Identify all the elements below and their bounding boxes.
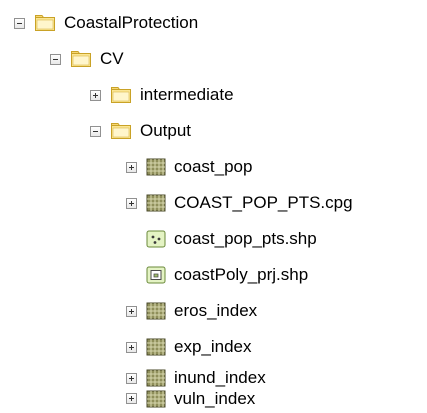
- point-feature-icon: [146, 230, 166, 248]
- tree-item-coast-pop-pts-cpg[interactable]: COAST_POP_PTS.cpg: [126, 185, 353, 221]
- raster-icon: [146, 194, 166, 212]
- tree-item-label: CV: [100, 49, 124, 68]
- expand-toggle[interactable]: [126, 341, 137, 353]
- tree-item-coast-pop[interactable]: coast_pop: [126, 149, 252, 185]
- raster-icon: [146, 390, 166, 407]
- tree-item-coastpoly-prj-shp[interactable]: coastPoly_prj.shp: [126, 257, 308, 293]
- tree-item-label: COAST_POP_PTS.cpg: [174, 193, 353, 212]
- tree-item-vuln-index[interactable]: vuln_index: [126, 384, 255, 413]
- expand-toggle[interactable]: [126, 372, 137, 384]
- raster-icon: [146, 158, 166, 176]
- expand-toggle[interactable]: [126, 305, 137, 317]
- raster-icon: [146, 338, 166, 356]
- tree-item-label: coast_pop: [174, 157, 253, 176]
- tree-item-label: coast_pop_pts.shp: [174, 229, 317, 248]
- tree-item-coast-pop-pts-shp[interactable]: coast_pop_pts.shp: [126, 221, 317, 257]
- raster-icon: [146, 302, 166, 320]
- catalog-tree: CoastalProtection CV intermediate Output: [0, 0, 427, 413]
- polygon-feature-icon: [146, 266, 166, 284]
- folder-icon: [71, 51, 91, 67]
- expand-toggle[interactable]: [126, 393, 137, 404]
- tree-item-eros-index[interactable]: eros_index: [126, 293, 257, 329]
- collapse-toggle[interactable]: [50, 53, 61, 65]
- tree-item-intermediate[interactable]: intermediate: [90, 77, 234, 113]
- tree-item-label: intermediate: [140, 85, 234, 104]
- expand-toggle[interactable]: [126, 161, 137, 173]
- folder-icon: [111, 123, 131, 139]
- expand-toggle[interactable]: [126, 197, 137, 209]
- tree-item-label: eros_index: [174, 301, 258, 320]
- tree-item-output[interactable]: Output: [90, 113, 191, 149]
- collapse-toggle[interactable]: [14, 17, 25, 29]
- tree-item-label: coastPoly_prj.shp: [174, 265, 309, 284]
- collapse-toggle[interactable]: [90, 125, 101, 137]
- folder-icon: [111, 87, 131, 103]
- tree-item-label: Output: [140, 121, 192, 140]
- tree-item-cv[interactable]: CV: [50, 41, 124, 77]
- tree-item-coastalprotection[interactable]: CoastalProtection: [14, 5, 198, 41]
- folder-icon: [35, 15, 55, 31]
- tree-item-label: exp_index: [174, 337, 252, 356]
- tree-item-label: CoastalProtection: [64, 13, 199, 32]
- expand-toggle[interactable]: [90, 89, 101, 101]
- tree-item-label: vuln_index: [174, 388, 256, 408]
